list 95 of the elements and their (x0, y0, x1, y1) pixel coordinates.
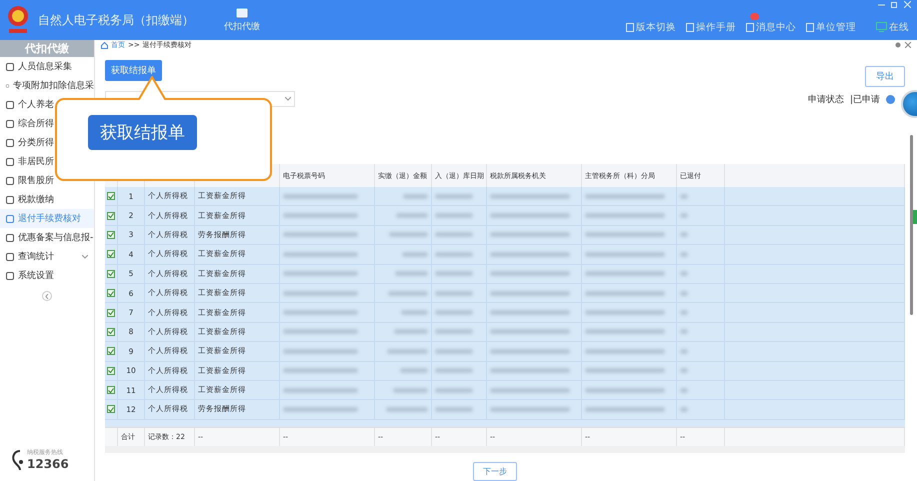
menu-item-icon (6, 272, 14, 280)
blurred-text (386, 406, 428, 412)
blurred-text (680, 213, 688, 218)
menu-item-icon (6, 100, 14, 108)
menu-item-icon (6, 176, 14, 184)
blurred-text (389, 232, 428, 238)
fetch-statement-button[interactable]: 获取结报单 (105, 60, 162, 81)
sidebar-item[interactable]: 税款缴纳 (0, 190, 94, 209)
mail-icon (746, 22, 754, 32)
blurred-text (680, 406, 688, 412)
blurred-text (680, 232, 688, 238)
chevron-icon (82, 254, 88, 258)
row-checkbox[interactable] (107, 270, 115, 278)
menu-item-icon (6, 234, 14, 242)
blurred-text (680, 194, 688, 199)
wallet-icon (236, 7, 248, 18)
document-icon (806, 22, 814, 32)
help-icon[interactable] (886, 94, 895, 104)
blurred-text (393, 388, 428, 393)
menu-item-icon (6, 196, 14, 204)
blurred-text (680, 290, 688, 296)
status-value: |已申请 (850, 94, 880, 106)
menu-item-icon (6, 138, 14, 146)
blurred-text (680, 368, 688, 374)
sidebar-item[interactable]: 限售股所 (0, 171, 94, 190)
menu-item-icon (6, 120, 14, 128)
blurred-text (435, 406, 473, 412)
row-checkbox[interactable] (107, 405, 115, 414)
blurred-text (435, 232, 473, 238)
blurred-text (435, 194, 473, 199)
blurred-text (435, 271, 473, 276)
settings-icon[interactable] (895, 42, 901, 48)
home-icon (101, 42, 108, 48)
sidebar-item[interactable]: 个人养老 (0, 95, 94, 114)
blurred-text (680, 271, 688, 276)
row-checkbox[interactable] (107, 308, 115, 317)
blurred-text (435, 368, 473, 374)
sidebar-item[interactable]: 非居民所 (0, 152, 94, 171)
sidebar-item[interactable]: 专项附加扣除信息采 (0, 76, 94, 95)
blurred-text (435, 348, 473, 354)
sidebar-item[interactable]: 查询统计 (0, 247, 94, 266)
row-checkbox[interactable] (107, 328, 115, 336)
sidebar-item[interactable]: 人员信息采集 (0, 57, 94, 76)
sidebar-item[interactable]: 优惠备案与信息报- (0, 228, 94, 247)
next-step-button[interactable]: 下一步 (473, 462, 517, 481)
blurred-text (680, 388, 688, 393)
blurred-text (680, 329, 688, 334)
app-title: 自然人电子税务局（扣缴端） (38, 12, 194, 28)
blurred-text (401, 310, 428, 316)
row-checkbox[interactable] (107, 366, 115, 375)
caret-icon (285, 97, 291, 101)
menu-item-icon (6, 214, 14, 222)
blurred-text (435, 290, 473, 296)
menu-item-icon (6, 252, 14, 260)
sidebar-item[interactable]: 系统设置 (0, 266, 94, 285)
row-checkbox[interactable] (107, 386, 115, 394)
blurred-text (403, 194, 428, 199)
headset-icon (10, 448, 24, 470)
row-checkbox[interactable] (107, 347, 115, 356)
sidebar-title: 代扣代缴 (0, 40, 94, 57)
emblem-icon (6, 5, 30, 35)
blurred-text (435, 388, 473, 393)
blurred-text (395, 271, 428, 276)
status-label: 申请状态 (808, 94, 844, 106)
document-icon (686, 22, 694, 32)
menu-item-icon (6, 62, 14, 70)
collapse-button[interactable] (42, 291, 52, 301)
blurred-text (435, 213, 473, 218)
blurred-text (400, 368, 428, 374)
row-checkbox[interactable] (107, 250, 115, 258)
blurred-text (680, 252, 688, 257)
document-icon (626, 22, 634, 32)
monitor-icon (876, 22, 887, 32)
hotline-number: 12366 (27, 457, 69, 471)
row-checkbox[interactable] (107, 192, 115, 200)
blurred-text (435, 252, 473, 257)
notification-badge (750, 12, 759, 20)
blurred-text (435, 310, 473, 316)
restore-icon[interactable] (891, 1, 898, 8)
close-icon[interactable] (905, 42, 911, 48)
blurred-text (402, 252, 428, 257)
blurred-text (388, 290, 428, 296)
blurred-text (435, 329, 473, 334)
blurred-text (396, 213, 428, 218)
export-button[interactable]: 导出 (865, 66, 905, 87)
blurred-text (680, 310, 688, 316)
row-checkbox[interactable] (107, 289, 115, 298)
blurred-text (680, 348, 688, 354)
blurred-text (387, 348, 428, 354)
menu-item-icon (6, 82, 9, 90)
menu-item-icon (6, 158, 14, 166)
row-checkbox[interactable] (107, 212, 115, 220)
chevron-left-icon (44, 294, 50, 298)
row-checkbox[interactable] (107, 230, 115, 239)
blurred-text (394, 329, 428, 334)
